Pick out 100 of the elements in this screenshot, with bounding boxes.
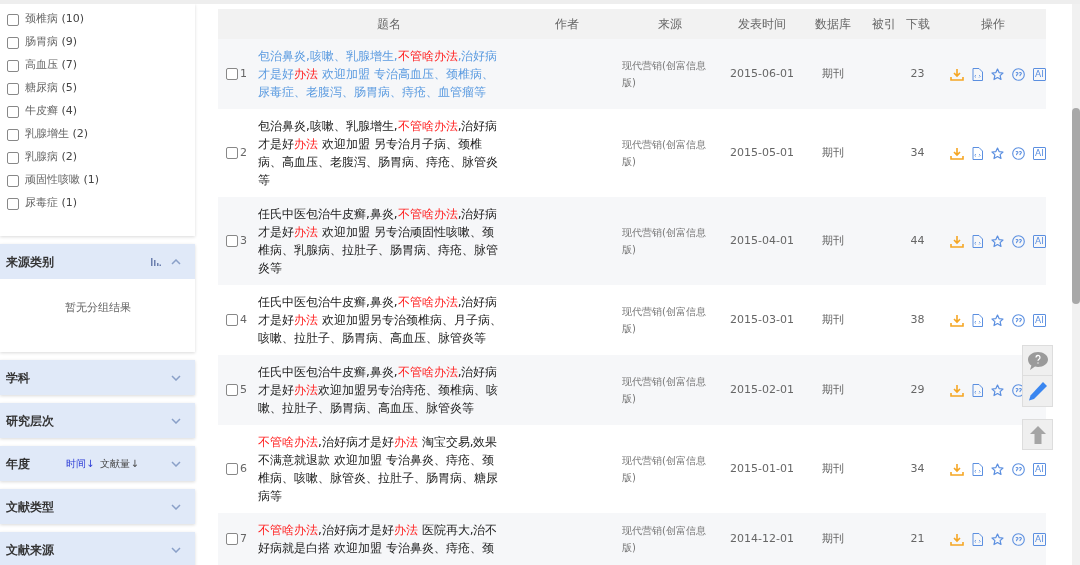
title-link[interactable]: 包治鼻炎,咳嗽、乳腺增生,不管啥办法,治好病才是好办法 欢迎加盟 另专治月子病、颈椎病、高血压、老腹泻、肠胃病、痔疮、脉管炎等 (254, 117, 524, 189)
source-link[interactable]: 现代营销(创富信息版) (610, 303, 730, 337)
filter-label[interactable]: 顽固性咳嗽 (1) (25, 172, 100, 189)
download-icon[interactable] (950, 313, 964, 327)
database-label: 期刊 (821, 144, 845, 161)
checkbox[interactable] (226, 314, 238, 326)
source-link[interactable]: 现代营销(创富信息版) (610, 522, 730, 556)
section-title: 研究层次 (6, 412, 54, 430)
section-header[interactable]: 研究层次 (0, 403, 195, 438)
bar-chart-icon[interactable] (151, 257, 161, 266)
quote-icon[interactable] (1012, 234, 1025, 248)
filter-label[interactable]: 颈椎病 (10) (25, 11, 85, 28)
document-icon[interactable] (972, 383, 983, 397)
document-icon[interactable] (972, 532, 983, 546)
chevron-down-icon[interactable] (171, 460, 181, 467)
quote-icon[interactable] (1012, 146, 1025, 160)
title-link[interactable]: 任氏中医包治牛皮癣,鼻炎,不管啥办法,治好病才是好办法欢迎加盟另专治痔疮、颈椎病、咳嗽、拉肚子、肠胃病、高血压、脉管炎等 (254, 363, 524, 417)
title-link[interactable]: 任氏中医包治牛皮癣,鼻炎,不管啥办法,治好病才是好办法 欢迎加盟另专治颈椎病、月子病、咳嗽、拉肚子、肠胃病、高血压、脉管炎等 (254, 293, 524, 347)
section-header[interactable]: 年度 时间↓ 文献量↓ (0, 446, 195, 481)
sort-option[interactable]: 时间↓ (66, 456, 95, 471)
source-link[interactable]: 现代营销(创富信息版) (610, 57, 730, 91)
sort-option[interactable]: 文献量↓ (100, 456, 139, 471)
chevron-down-icon[interactable] (171, 374, 181, 381)
download-icon[interactable] (950, 67, 964, 81)
checkbox[interactable] (7, 82, 19, 95)
checkbox[interactable] (7, 105, 19, 118)
filter-label[interactable]: 尿毒症 (1) (25, 195, 78, 212)
download-icon[interactable] (950, 383, 964, 397)
chevron-up-icon[interactable] (171, 258, 181, 265)
chevron-down-icon[interactable] (171, 546, 181, 553)
question-bubble-icon (1026, 350, 1049, 371)
database-label: 期刊 (821, 232, 845, 249)
checkbox[interactable] (226, 463, 238, 475)
checkbox[interactable] (226, 533, 238, 545)
document-icon[interactable] (972, 146, 983, 160)
title-link[interactable]: 不管啥办法,治好病才是好办法 医院再大,治不好病就是白搭 欢迎加盟 专治鼻炎、痔疮、颈 (254, 521, 524, 557)
edit-button[interactable] (1022, 376, 1053, 407)
download-icon[interactable] (950, 532, 964, 546)
document-icon[interactable] (972, 234, 983, 248)
filter-label[interactable]: 牛皮癣 (4) (25, 103, 78, 120)
download-count: 21 (909, 530, 926, 547)
document-icon[interactable] (972, 67, 983, 81)
checkbox[interactable] (226, 384, 238, 396)
scrollbar-thumb[interactable] (1072, 108, 1080, 304)
star-icon[interactable] (991, 383, 1004, 397)
help-button[interactable] (1022, 345, 1053, 376)
download-icon[interactable] (950, 462, 964, 476)
quote-icon[interactable] (1012, 383, 1025, 397)
download-icon[interactable] (950, 146, 964, 160)
star-icon[interactable] (991, 462, 1004, 476)
checkbox[interactable] (7, 197, 19, 210)
section-header[interactable]: 来源类别 (0, 244, 195, 279)
download-count: 38 (909, 311, 926, 328)
checkbox[interactable] (7, 36, 19, 49)
back-to-top-button[interactable] (1022, 419, 1053, 450)
arrow-up-icon (1028, 424, 1047, 445)
source-link[interactable]: 现代营销(创富信息版) (610, 452, 730, 486)
checkbox[interactable] (226, 68, 238, 80)
star-icon[interactable] (991, 234, 1004, 248)
star-icon[interactable] (991, 146, 1004, 160)
source-link[interactable]: 现代营销(创富信息版) (610, 136, 730, 170)
star-icon[interactable] (991, 532, 1004, 546)
table-row[interactable]: 1 包治鼻炎,咳嗽、乳腺增生,不管啥办法,治好病才是好办法 欢迎加盟 专治高血压、颈椎病、尿毒症、老腹泻、肠胃病、痔疮、血管瘤等 现代营销(创富信息版) 2015-06-01 期刊 23 AI (218, 39, 1046, 109)
table-row[interactable]: 5 任氏中医包治牛皮癣,鼻炎,不管啥办法,治好病才是好办法欢迎加盟另专治痔疮、颈椎病、咳嗽、拉肚子、肠胃病、高血压、脉管炎等 现代营销(创富信息版) 2015-02-01 期刊 29 (218, 355, 1046, 425)
section-header[interactable]: 文献来源 (0, 532, 195, 565)
title-link[interactable]: 不管啥办法,治好病才是好办法 淘宝交易,效果不满意就退款 欢迎加盟 专治鼻炎、痔疮、颈椎病、咳嗽、脉管炎、拉肚子、肠胃病、糖尿病等 (254, 433, 524, 505)
quote-icon[interactable] (1012, 462, 1025, 476)
checkbox[interactable] (226, 235, 238, 247)
checkbox[interactable] (7, 128, 19, 141)
download-icon[interactable] (950, 234, 964, 248)
column-header: 来源 (657, 16, 683, 33)
checkbox[interactable] (7, 174, 19, 187)
quote-icon[interactable] (1012, 67, 1025, 81)
download-count: 29 (909, 381, 926, 398)
filter-label[interactable]: 乳腺增生 (2) (25, 126, 89, 143)
quote-icon[interactable] (1012, 532, 1025, 546)
section-header[interactable]: 文献类型 (0, 489, 195, 524)
document-icon[interactable] (972, 462, 983, 476)
document-icon[interactable] (972, 313, 983, 327)
quote-icon[interactable] (1012, 313, 1025, 327)
filter-label[interactable]: 糖尿病 (5) (25, 80, 78, 97)
publish-date: 2015-02-01 (730, 381, 794, 398)
row-number: 5 (240, 381, 247, 398)
title-link[interactable]: 任氏中医包治牛皮癣,鼻炎,不管啥办法,治好病才是好办法 欢迎加盟 另专治顽固性咳嗽、颈椎病、乳腺病、拉肚子、肠胃病、痔疮、脉管炎等 (254, 205, 524, 277)
star-icon[interactable] (991, 67, 1004, 81)
source-link[interactable]: 现代营销(创富信息版) (610, 224, 730, 258)
checkbox[interactable] (226, 147, 238, 159)
star-icon[interactable] (991, 313, 1004, 327)
source-link[interactable]: 现代营销(创富信息版) (610, 373, 730, 407)
filter-label[interactable]: 乳腺病 (2) (25, 149, 78, 166)
section-title: 文献类型 (6, 498, 54, 516)
title-link[interactable]: 包治鼻炎,咳嗽、乳腺增生,不管啥办法,治好病才是好办法 欢迎加盟 专治高血压、颈椎病、尿毒症、老腹泻、肠胃病、痔疮、血管瘤等 (254, 47, 524, 101)
chevron-down-icon[interactable] (171, 503, 181, 510)
filter-label[interactable]: 肠胃病 (9) (25, 34, 78, 51)
chevron-down-icon[interactable] (171, 417, 181, 424)
checkbox[interactable] (7, 151, 19, 164)
section-header[interactable]: 学科 (0, 360, 195, 395)
checkbox[interactable] (7, 13, 19, 26)
checkbox[interactable] (7, 59, 19, 72)
filter-label[interactable]: 高血压 (7) (25, 57, 78, 74)
